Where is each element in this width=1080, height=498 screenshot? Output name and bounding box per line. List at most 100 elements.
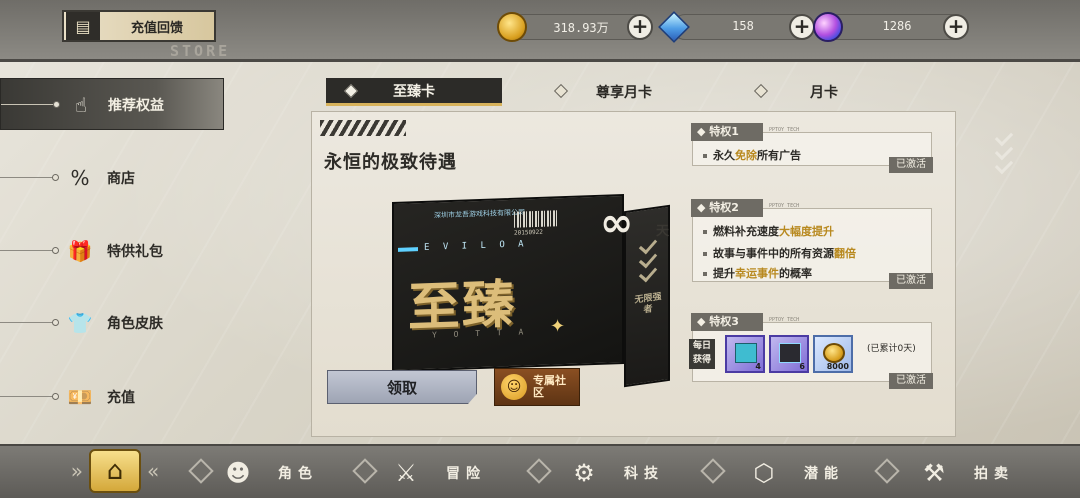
reward-count: 6 [799, 362, 805, 371]
sidebar-item-label: 商店 [107, 171, 135, 187]
card-side-text: 无限强者 [634, 291, 662, 316]
nav-item-auction[interactable]: ⚒ 拍卖 [914, 446, 1014, 498]
crystal-value: 158 [732, 19, 754, 33]
nav-item-adventure[interactable]: ⚔ 冒险 [386, 446, 486, 498]
ticket-icon [735, 343, 757, 363]
sidebar-dot [52, 174, 59, 181]
sidebar-item-label: 角色皮肤 [107, 316, 163, 332]
reward-item-ticket[interactable]: 4 [725, 335, 765, 373]
card-tabs: 至臻卡 尊享月卡 月卡 [326, 78, 956, 106]
nav-label: 角色 [278, 466, 318, 482]
privilege-brand: PPTOY TECH [769, 317, 800, 323]
premium-card-panel: 永恒的极致待遇 深圳市龙吾游戏科技有限公司 20150922 E V I L O… [311, 111, 956, 437]
line-text: 故事与事件中的所有资源 [713, 247, 834, 260]
line-highlight: 翻倍 [834, 247, 856, 260]
reward-item-coin[interactable]: 8000 [813, 335, 853, 373]
gold-coin-value: 318.93万 [553, 21, 609, 35]
cube-icon [779, 343, 801, 363]
nav-divider-diamond [700, 458, 726, 484]
exclusive-community-button[interactable]: ☺ 专属社区 [494, 368, 580, 406]
reward-item-cube[interactable]: 6 [769, 335, 809, 373]
privilege-head-text: 特权2 [709, 201, 739, 214]
line-highlight: 免除 [735, 149, 757, 162]
privilege-line: 燃料补充速度大幅度提升 [703, 223, 834, 239]
privilege-head: ◆ 特权2 [691, 199, 763, 217]
privilege-line: 故事与事件中的所有资源翻倍 [703, 245, 856, 261]
nav-store-home[interactable]: » ⌂ « [40, 442, 190, 498]
shop-icon: ▤ [66, 12, 100, 40]
line-text: 提升 [713, 267, 735, 280]
chevron-down-icon [638, 263, 658, 283]
crystal-icon [658, 11, 690, 43]
gift-icon: 🎁 [67, 239, 93, 263]
diamond-icon [753, 83, 769, 99]
sparkle-icon: ✦ [550, 316, 566, 337]
infinity-symbol: ∞ [600, 200, 634, 246]
cash-icon: 💴 [67, 385, 93, 409]
bullet-icon [703, 272, 707, 276]
card-code: E V I L O A [424, 239, 528, 253]
sidebar: ☝ 推荐权益 % 商店 🎁 特供礼包 👕 角色皮肤 💴 充值 [0, 78, 224, 438]
chevron-down-icon [994, 155, 1014, 175]
bullet-icon [703, 154, 707, 158]
stripe-decoration [320, 120, 406, 136]
tab-monthly-card[interactable]: 月卡 [736, 78, 912, 106]
sidebar-item-recommended-benefits[interactable]: ☝ 推荐权益 [0, 78, 224, 130]
privilege-head: ◆ 特权3 [691, 313, 763, 331]
sidebar-item-recharge[interactable]: 💴 充值 [0, 371, 224, 423]
sidebar-item-shop[interactable]: % 商店 [0, 152, 224, 204]
store-icon: ⌂ [89, 449, 141, 493]
nav-item-potential[interactable]: ⬡ 潜能 [744, 446, 844, 498]
swords-icon: ⚔ [395, 459, 417, 487]
claim-button[interactable]: 领取 [327, 370, 477, 404]
card-date: 20150922 [514, 228, 543, 237]
sidebar-item-label: 推荐权益 [108, 98, 164, 114]
sidebar-item-character-skins[interactable]: 👕 角色皮肤 [0, 297, 224, 349]
privilege-2: ◆ 特权2 PPTOY TECH 燃料补充速度大幅度提升 故事与事件中的所有资源… [691, 199, 933, 289]
diamond-icon [553, 83, 569, 99]
sidebar-item-special-packs[interactable]: 🎁 特供礼包 [0, 225, 224, 277]
cube-icon: ⬡ [753, 459, 775, 487]
add-crystal-button[interactable]: + [789, 14, 815, 40]
sidebar-connector [0, 322, 56, 323]
gold-coin-icon [497, 12, 527, 42]
top-bar: ▤ 充值回馈 STORE 318.93万 + 158 + 1286 + [0, 0, 1080, 62]
gold-coin-icon [823, 343, 845, 363]
crystal-counter: 158 + [658, 11, 815, 43]
panel-title: 永恒的极致待遇 [324, 152, 457, 173]
line-text: 燃料补充速度 [713, 225, 779, 238]
character-icon: ☻ [225, 459, 251, 487]
card-accent-bar [398, 247, 418, 252]
premium-card-image: 深圳市龙吾游戏科技有限公司 20150922 E V I L O A 至臻 Y … [392, 193, 624, 373]
add-orb-button[interactable]: + [943, 14, 969, 40]
add-gold-coin-button[interactable]: + [627, 14, 653, 40]
gavel-icon: ⚒ [923, 459, 945, 487]
sidebar-connector [0, 396, 56, 397]
tab-label: 月卡 [810, 85, 838, 101]
accumulated-days: (已累计0天) [867, 344, 916, 354]
chevron-right-icon: » [70, 459, 83, 483]
tab-premium-card[interactable]: 至臻卡 [326, 78, 502, 106]
shirt-icon: 👕 [67, 311, 93, 335]
infinity-unit: 天 [656, 224, 670, 239]
store-subtitle: STORE [170, 42, 231, 60]
sidebar-connector [0, 177, 56, 178]
barcode-icon [514, 210, 558, 228]
recharge-rewards-label: 充值回馈 [130, 20, 183, 36]
privilege-head-text: 特权3 [709, 315, 739, 328]
chevron-left-icon: « [147, 459, 160, 483]
tab-exclusive-monthly-card[interactable]: 尊享月卡 [536, 78, 712, 106]
bullet-icon [703, 252, 707, 256]
sidebar-connector [0, 250, 56, 251]
orb-value: 1286 [882, 19, 912, 33]
sidebar-connector [1, 104, 57, 105]
nav-label: 科技 [624, 466, 664, 482]
status-badge: 已激活 [889, 157, 933, 173]
bullet-icon [703, 230, 707, 234]
percent-icon: % [70, 166, 90, 190]
status-badge: 已激活 [889, 373, 933, 389]
nav-item-character[interactable]: ☻ 角色 [218, 446, 318, 498]
nav-item-tech[interactable]: ⚙ 科技 [564, 446, 664, 498]
daily-reward-label: 每日获得 [689, 339, 715, 369]
recharge-rewards-button[interactable]: ▤ 充值回馈 [62, 10, 216, 42]
